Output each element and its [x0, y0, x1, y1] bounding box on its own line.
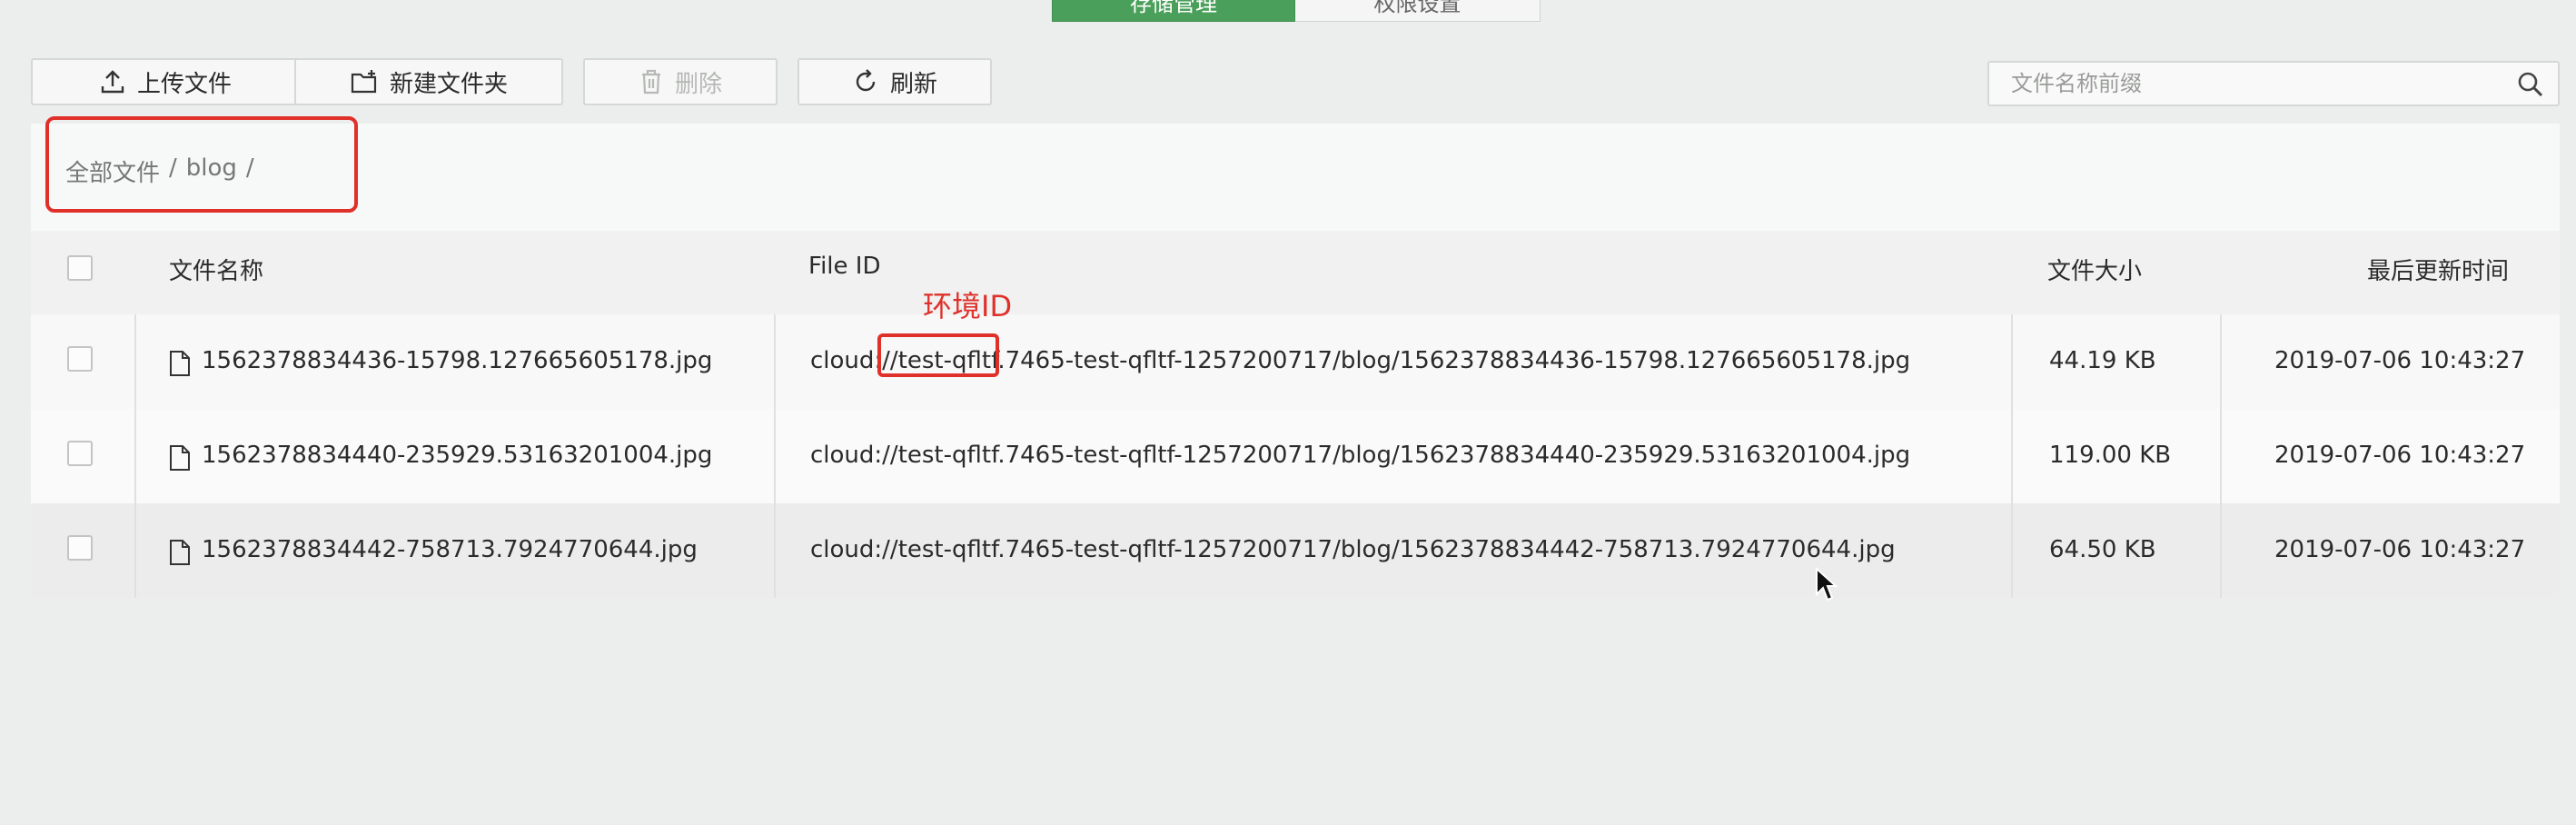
file-icon	[170, 445, 190, 471]
file-size: 44.19 KB	[2049, 347, 2156, 374]
mouse-cursor-icon	[1816, 567, 1838, 601]
tab-permissions[interactable]: 权限设置	[1295, 0, 1541, 22]
delete-label: 删除	[674, 70, 722, 98]
new-folder-button[interactable]: 新建文件夹	[294, 58, 563, 105]
search-input[interactable]	[1989, 63, 2498, 104]
file-id: cloud://test-qfltf.7465-test-qfltf-12572…	[810, 442, 1911, 469]
delete-button[interactable]: 删除	[583, 58, 778, 105]
trash-icon	[641, 69, 660, 94]
new-folder-icon	[351, 70, 377, 94]
search-box	[1987, 61, 2560, 106]
file-name[interactable]: 1562378834436-15798.127665605178.jpg	[202, 347, 712, 374]
select-all-checkbox[interactable]	[67, 255, 93, 281]
file-icon	[170, 540, 190, 565]
updated-time: 2019-07-06 10:43:27	[2274, 442, 2526, 469]
refresh-button[interactable]: 刷新	[798, 58, 992, 105]
breadcrumb-highlight	[45, 116, 358, 213]
row-checkbox[interactable]	[67, 346, 93, 372]
new-folder-label: 新建文件夹	[389, 70, 508, 98]
file-name[interactable]: 1562378834440-235929.53163201004.jpg	[202, 442, 712, 469]
tab-storage[interactable]: 存储管理	[1052, 0, 1295, 22]
row-checkbox[interactable]	[67, 535, 93, 561]
file-name[interactable]: 1562378834442-758713.7924770644.jpg	[202, 536, 698, 563]
refresh-icon	[856, 69, 876, 92]
upload-label: 上传文件	[136, 70, 232, 98]
row-checkbox[interactable]	[67, 441, 93, 466]
file-size: 64.50 KB	[2049, 536, 2156, 563]
updated-time: 2019-07-06 10:43:27	[2274, 536, 2526, 563]
upload-icon	[101, 70, 124, 94]
top-tabs: 存储管理 权限设置	[1052, 0, 1541, 22]
column-divider	[2011, 314, 2013, 598]
header-file-size[interactable]: 文件大小	[2047, 253, 2142, 286]
file-size: 119.00 KB	[2049, 442, 2172, 469]
header-file-name[interactable]: 文件名称	[169, 253, 263, 286]
env-id-highlight	[877, 333, 999, 377]
column-divider	[2220, 314, 2222, 598]
breadcrumb-bar	[31, 124, 2560, 231]
upload-button[interactable]: 上传文件	[31, 58, 300, 105]
file-id: cloud://test-qfltf.7465-test-qfltf-12572…	[810, 536, 1896, 563]
header-updated-time[interactable]: 最后更新时间	[2367, 253, 2509, 286]
search-icon[interactable]	[2516, 70, 2545, 99]
column-divider	[134, 314, 136, 598]
updated-time: 2019-07-06 10:43:27	[2274, 347, 2526, 374]
column-divider	[774, 314, 776, 598]
table-header	[31, 231, 2560, 314]
header-file-id: File ID	[808, 253, 881, 280]
refresh-label: 刷新	[889, 70, 937, 98]
file-icon	[170, 351, 190, 376]
env-id-annotation: 环境ID	[923, 289, 1013, 323]
